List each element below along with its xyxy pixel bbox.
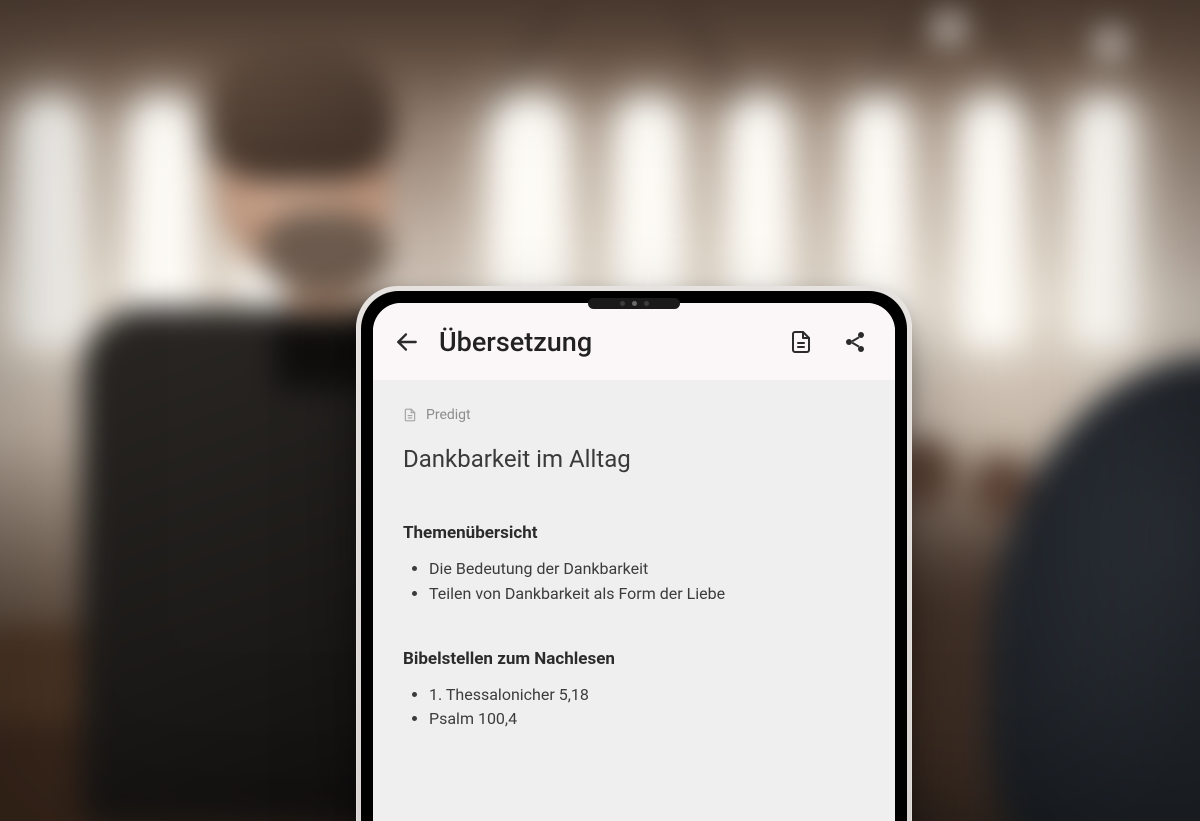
- back-button[interactable]: [385, 320, 429, 364]
- document-button[interactable]: [779, 320, 823, 364]
- list-item: Teilen von Dankbarkeit als Form der Lieb…: [429, 582, 865, 607]
- share-button[interactable]: [833, 320, 877, 364]
- tablet-notch: [588, 298, 680, 309]
- share-icon: [843, 330, 867, 354]
- list-item: Die Bedeutung der Dankbarkeit: [429, 557, 865, 582]
- page-title: Dankbarkeit im Alltag: [403, 445, 865, 473]
- content-area: Predigt Dankbarkeit im Alltag Themenüber…: [373, 381, 895, 821]
- category-row: Predigt: [403, 407, 865, 423]
- scene: Übersetzung Predigt Dankbarkeit im Allta…: [0, 0, 1200, 821]
- tablet-bezel: Übersetzung Predigt Dankbarkeit im Allta…: [361, 291, 907, 821]
- category-label: Predigt: [426, 407, 471, 423]
- tablet-frame: Übersetzung Predigt Dankbarkeit im Allta…: [356, 286, 912, 821]
- app-header: Übersetzung: [373, 303, 895, 381]
- section-heading-topics: Themenübersicht: [403, 523, 865, 543]
- section-heading-verses: Bibelstellen zum Nachlesen: [403, 649, 865, 669]
- document-icon: [789, 330, 813, 354]
- app-title: Übersetzung: [439, 326, 592, 358]
- verses-list: 1. Thessalonicher 5,18 Psalm 100,4: [403, 683, 865, 733]
- list-item: Psalm 100,4: [429, 707, 865, 732]
- document-small-icon: [403, 408, 417, 422]
- arrow-left-icon: [394, 329, 420, 355]
- tablet-screen: Übersetzung Predigt Dankbarkeit im Allta…: [373, 303, 895, 821]
- list-item: 1. Thessalonicher 5,18: [429, 683, 865, 708]
- topics-list: Die Bedeutung der Dankbarkeit Teilen von…: [403, 557, 865, 607]
